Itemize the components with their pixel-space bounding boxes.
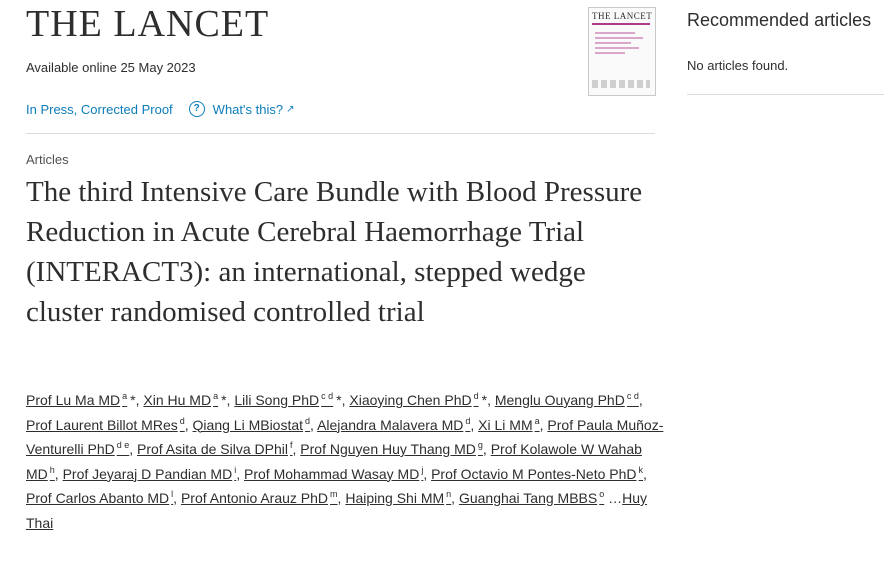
author-link[interactable]: Haiping Shi MM n [345, 490, 451, 506]
author-name: Menglu Ouyang PhD [494, 392, 625, 408]
author-name: Xiaoying Chen PhD [349, 392, 472, 408]
author-affiliation-marker: a [213, 391, 219, 402]
author-affiliation-marker: l [171, 489, 174, 500]
cover-text-line [595, 52, 625, 54]
recommended-articles-heading: Recommended articles [687, 10, 872, 30]
author-affiliation-marker: d [473, 391, 479, 402]
author-affiliation-marker: f [289, 440, 293, 451]
author-link[interactable]: Menglu Ouyang PhD c d [495, 392, 639, 408]
author-affiliation-marker: d [465, 415, 471, 426]
cover-text-line [595, 42, 631, 44]
more-authors-ellipsis[interactable]: … [608, 490, 622, 506]
author-link[interactable]: Xi Li MM a [478, 415, 540, 433]
author-name: Prof Antonio Arauz PhD [180, 490, 329, 506]
author-link[interactable]: Prof Octavio M Pontes-Neto PhD k [431, 464, 644, 482]
author-affiliation-marker: i [234, 464, 237, 475]
author-link[interactable]: Alejandra Malavera MD d [317, 415, 471, 433]
author-affiliation-marker: c d [626, 391, 639, 402]
author-affiliation-marker: m [330, 489, 338, 500]
author-link[interactable]: Lili Song PhD c d [234, 392, 333, 408]
cover-footer [592, 80, 650, 88]
author-name: Haiping Shi MM [345, 490, 445, 506]
author-name: Alejandra Malavera MD [317, 416, 464, 433]
author-affiliation-marker: k [638, 464, 644, 475]
author-affiliation-marker: d [305, 415, 311, 426]
author-link[interactable]: Prof Jeyaraj D Pandian MD i [62, 464, 237, 482]
author-link[interactable]: Guanghai Tang MBBS o [459, 490, 604, 506]
author-link[interactable]: Qiang Li MBiostat d [192, 415, 311, 433]
corresponding-author-star: * [481, 392, 488, 408]
author-affiliation-marker: a [534, 415, 540, 426]
author-name: Xin Hu MD [143, 392, 212, 408]
journal-name[interactable]: THE LANCET [26, 2, 269, 46]
author-affiliation-marker: d [179, 415, 185, 426]
author-name: Prof Carlos Abanto MD [26, 490, 170, 506]
author-link[interactable]: Xiaoying Chen PhD d [349, 392, 478, 408]
author-link[interactable]: Prof Mohammad Wasay MD j [244, 464, 424, 482]
author-affiliation-marker: a [122, 391, 128, 402]
author-name: Prof Nguyen Huy Thang MD [300, 441, 476, 457]
author-affiliation-marker: c d [321, 391, 334, 402]
author-name: Lili Song PhD [234, 392, 320, 408]
author-name: Guanghai Tang MBBS [458, 490, 598, 506]
author-affiliation-marker: g [477, 440, 483, 451]
cover-title: THE LANCET [592, 11, 653, 21]
article-status-row: In Press, Corrected Proof ? What's this?… [26, 101, 294, 117]
author-name: Prof Lu Ma MD [26, 392, 121, 408]
author-link[interactable]: Prof Lu Ma MD a [26, 392, 127, 408]
article-section-label: Articles [26, 152, 69, 167]
cover-text-line [595, 47, 639, 49]
cover-text-line [595, 32, 635, 34]
author-link[interactable]: Prof Laurent Billot MRes d [26, 415, 185, 433]
author-affiliation-marker: n [446, 489, 452, 500]
header-divider [26, 133, 655, 134]
author-name: Prof Mohammad Wasay MD [244, 465, 420, 482]
author-name: Xi Li MM [478, 416, 533, 433]
whats-this-link[interactable]: What's this? [213, 102, 283, 117]
cover-text-line [595, 37, 643, 39]
author-affiliation-marker: h [49, 464, 55, 475]
author-name: Prof Laurent Billot MRes [26, 416, 178, 433]
author-affiliation-marker: o [599, 489, 605, 500]
external-link-icon: ↗ [286, 103, 295, 115]
corresponding-author-star: * [336, 392, 342, 408]
author-affiliation-marker: j [421, 464, 424, 475]
author-list: Prof Lu Ma MD a *, Xin Hu MD a *, Lili Song … [26, 391, 664, 531]
author-link[interactable]: Prof Nguyen Huy Thang MD g [300, 441, 483, 457]
author-link[interactable]: Xin Hu MD a [143, 392, 218, 408]
author-name: Qiang Li MBiostat [192, 416, 304, 433]
author-name: Prof Octavio M Pontes-Neto PhD [431, 465, 637, 482]
available-online-date: Available online 25 May 2023 [26, 60, 196, 75]
recommended-divider [687, 94, 884, 95]
author-name: Prof Jeyaraj D Pandian MD [62, 465, 233, 482]
in-press-link[interactable]: In Press, Corrected Proof [26, 102, 173, 117]
author-affiliation-marker: d e [116, 440, 130, 451]
journal-cover-thumbnail[interactable]: THE LANCET [588, 7, 656, 96]
recommended-empty-message: No articles found. [687, 58, 789, 73]
question-circle-icon[interactable]: ? [188, 101, 205, 117]
article-title: The third Intensive Care Bundle with Blo… [26, 176, 643, 328]
corresponding-author-star: * [221, 392, 227, 408]
author-link[interactable]: Prof Antonio Arauz PhD m [181, 490, 338, 506]
author-link[interactable]: Prof Asita de Silva DPhil f [137, 441, 292, 457]
corresponding-author-star: * [130, 392, 136, 408]
author-link[interactable]: Prof Carlos Abanto MD l [26, 490, 173, 506]
cover-accent-bar [592, 23, 650, 25]
author-name: Prof Asita de Silva DPhil [137, 441, 288, 457]
